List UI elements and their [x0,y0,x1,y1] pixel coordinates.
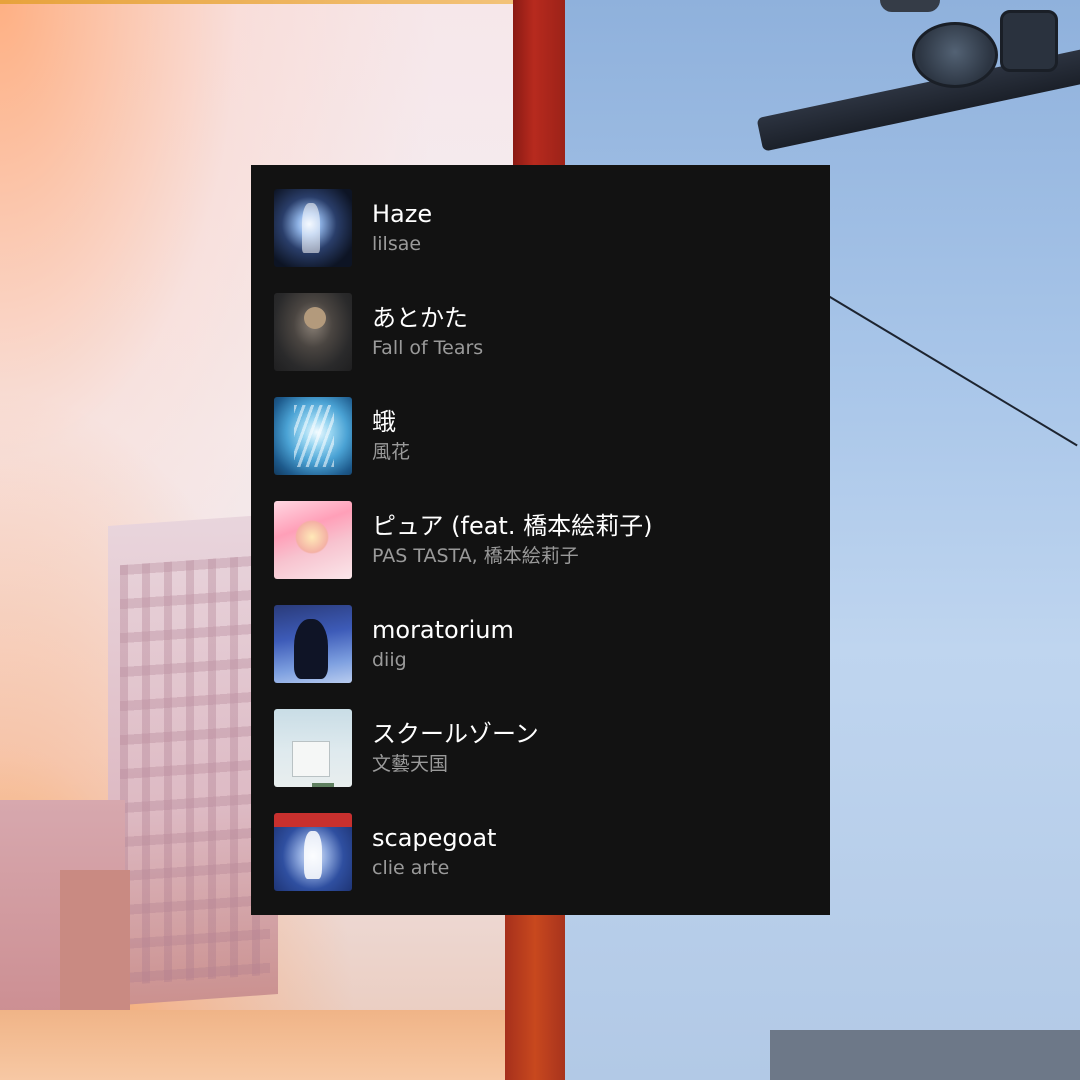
playlist-panel: Haze lilsae あとかた Fall of Tears 蛾 風花 ピュア … [251,165,830,915]
track-title: moratorium [372,616,514,644]
album-cover-icon [274,813,352,891]
album-cover-icon [274,709,352,787]
track-artist: PAS TASTA, 橋本絵莉子 [372,545,579,567]
background-street [0,1010,510,1080]
track-artist: 文藝天国 [372,753,449,775]
track-title: スクールゾーン [372,720,539,748]
track-title: scapegoat [372,824,497,852]
album-cover-icon [274,605,352,683]
track-item-atokata[interactable]: あとかた Fall of Tears [274,293,814,371]
album-cover-icon [274,293,352,371]
track-artist: lilsae [372,233,422,255]
track-item-ga[interactable]: 蛾 風花 [274,397,814,475]
track-item-scapegoat[interactable]: scapegoat clie arte [274,813,814,891]
track-artist: diig [372,649,407,671]
track-item-haze[interactable]: Haze lilsae [274,189,814,267]
background-rooftop [770,1030,1080,1080]
track-item-school-zone[interactable]: スクールゾーン 文藝天国 [274,709,814,787]
track-title: あとかた [372,304,468,332]
album-cover-icon [274,189,352,267]
album-cover-icon [274,397,352,475]
track-artist: 風花 [372,441,411,463]
background-traffic-mirror [912,22,998,88]
background-light-leak [0,0,520,4]
background-mirror-arm [880,0,940,12]
track-item-pure[interactable]: ピュア (feat. 橋本絵莉子) PAS TASTA, 橋本絵莉子 [274,501,814,579]
background-traffic-mirror [1000,10,1058,72]
album-cover-icon [274,501,352,579]
track-title: 蛾 [372,408,396,436]
background-building-windows [120,554,270,986]
background-red-pillar-base [505,900,565,1080]
track-item-moratorium[interactable]: moratorium diig [274,605,814,683]
track-title: Haze [372,200,433,228]
track-artist: clie arte [372,857,450,879]
track-title: ピュア (feat. 橋本絵莉子) [372,512,653,540]
track-artist: Fall of Tears [372,337,484,359]
